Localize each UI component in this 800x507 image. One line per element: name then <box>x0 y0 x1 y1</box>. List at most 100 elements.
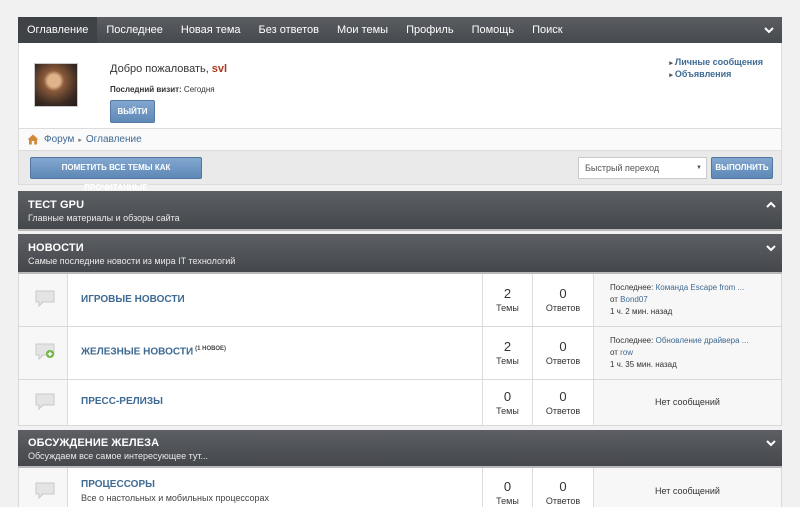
forum-new-posts-icon <box>35 343 55 360</box>
threads-count-cell: 2 Темы <box>483 274 533 326</box>
nav-tab-my-threads[interactable]: Мои темы <box>328 17 397 43</box>
threads-count-cell: 0 Темы <box>483 380 533 425</box>
breadcrumb-forum[interactable]: Форум <box>44 134 74 145</box>
last-post-info: Последнее: Команда Escape from ... от Bo… <box>610 282 744 318</box>
last-post-time: 1 ч. 35 мин. назад <box>610 360 677 369</box>
last-post-cell: Последнее: Обновление драйвера ... от ro… <box>594 327 781 379</box>
nav-tab-unanswered[interactable]: Без ответов <box>250 17 328 43</box>
threads-label: Темы <box>496 496 519 506</box>
category-description: Главные материалы и обзоры сайта <box>28 213 180 223</box>
forum-title-text[interactable]: ЖЕЛЕЗНЫЕ НОВОСТИ <box>81 346 193 357</box>
forum-row-press-releases: ПРЕСС-РЕЛИЗЫ 0 Темы 0 Ответов Нет сообще… <box>18 380 782 426</box>
forum-info-cell: ПРЕСС-РЕЛИЗЫ <box>68 380 483 425</box>
threads-count: 2 <box>503 286 512 301</box>
top-navbar: Оглавление Последнее Новая тема Без отве… <box>18 17 782 43</box>
breadcrumb-index[interactable]: Оглавление <box>86 134 142 145</box>
new-count-badge: (1 НОВОЕ) <box>195 346 226 352</box>
go-button[interactable]: ВЫПОЛНИТЬ <box>711 157 773 179</box>
posts-count: 0 <box>559 286 567 301</box>
forum-title-link[interactable]: ПРЕСС-РЕЛИЗЫ <box>81 396 163 407</box>
forum-read-icon <box>35 393 55 410</box>
chevron-up-icon[interactable] <box>764 198 778 212</box>
forum-title-link[interactable]: ИГРОВЫЕ НОВОСТИ <box>81 294 185 305</box>
forum-read-icon <box>35 482 55 499</box>
quick-jump-value: Быстрый переход <box>585 163 660 173</box>
category-title[interactable]: ТЕСТ GPU <box>28 199 84 211</box>
last-post-user-link[interactable]: Bond07 <box>620 295 648 304</box>
posts-count-cell: 0 Ответов <box>533 380 594 425</box>
forum-page: Оглавление Последнее Новая тема Без отве… <box>18 17 782 507</box>
welcome-panel: Добро пожаловать, svl Последний визит: Се… <box>18 43 782 129</box>
by-label: от <box>610 295 618 304</box>
threads-label: Темы <box>496 356 519 366</box>
mark-all-read-button[interactable]: ПОМЕТИТЬ ВСЕ ТЕМЫ КАК ПРОЧИТАННЫЕ <box>30 157 202 192</box>
user-links: Личные сообщения Объявления <box>669 57 763 81</box>
posts-label: Ответов <box>545 356 581 366</box>
posts-label: Ответов <box>545 406 581 416</box>
welcome-greeting: Добро пожаловать, svl <box>110 63 227 75</box>
last-post-cell: Нет сообщений <box>594 380 781 425</box>
category-header-gpu: ТЕСТ GPU Главные материалы и обзоры сайт… <box>18 191 782 231</box>
last-post-cell: Последнее: Команда Escape from ... от Bo… <box>594 274 781 326</box>
nav-tab-new-thread[interactable]: Новая тема <box>172 17 250 43</box>
threads-label: Темы <box>496 303 519 313</box>
forum-row-gaming-news: ИГРОВЫЕ НОВОСТИ 2 Темы 0 Ответов Последн… <box>18 274 782 327</box>
threads-count: 0 <box>503 479 512 494</box>
no-posts-text: Нет сообщений <box>655 397 720 407</box>
last-post-title-link[interactable]: Команда Escape from ... <box>656 283 745 292</box>
posts-count: 0 <box>559 339 567 354</box>
forum-status-cell <box>19 380 68 425</box>
chevron-down-icon[interactable] <box>764 241 778 255</box>
private-messages-link[interactable]: Личные сообщения <box>669 57 763 69</box>
breadcrumb: Форум ▸ Оглавление <box>18 129 782 151</box>
posts-count: 0 <box>559 389 567 404</box>
threads-count: 0 <box>503 389 512 404</box>
threads-count: 2 <box>503 339 512 354</box>
category-description: Самые последние новости из мира IT техно… <box>28 256 236 266</box>
threads-count-cell: 0 Темы <box>483 468 533 507</box>
posts-label: Ответов <box>545 303 581 313</box>
forum-title-link[interactable]: ЖЕЛЕЗНЫЕ НОВОСТИ (1 НОВОЕ) <box>81 346 226 357</box>
forum-status-cell <box>19 327 68 379</box>
announcements-link[interactable]: Объявления <box>669 69 763 81</box>
category-title[interactable]: ОБСУЖДЕНИЕ ЖЕЛЕЗА <box>28 437 159 449</box>
chevron-down-icon[interactable] <box>764 436 778 450</box>
nav-tab-latest[interactable]: Последнее <box>97 17 172 43</box>
dropdown-arrow-icon: ▼ <box>696 165 702 171</box>
last-visit-label: Последний визит: <box>110 85 182 94</box>
last-post-info: Последнее: Обновление драйвера ... от ro… <box>610 335 748 371</box>
forum-title-link[interactable]: ПРОЦЕССОРЫ <box>81 479 155 490</box>
threads-count-cell: 2 Темы <box>483 327 533 379</box>
forum-status-cell <box>19 274 68 326</box>
last-post-user-link[interactable]: row <box>620 348 633 357</box>
posts-label: Ответов <box>545 496 581 506</box>
last-post-time: 1 ч. 2 мин. назад <box>610 307 673 316</box>
forum-row-hardware-news: ЖЕЛЕЗНЫЕ НОВОСТИ (1 НОВОЕ) 2 Темы 0 Ответ… <box>18 327 782 380</box>
username-link[interactable]: svl <box>212 63 227 75</box>
quick-jump-select[interactable]: Быстрый переход ▼ <box>578 157 707 179</box>
forum-description: Все о настольных и мобильных процессорах <box>81 493 270 503</box>
no-posts-text: Нет сообщений <box>655 486 720 496</box>
greeting-text: Добро пожаловать, <box>110 63 209 75</box>
forum-row-processors: ПРОЦЕССОРЫ Все о настольных и мобильных … <box>18 468 782 507</box>
posts-count-cell: 0 Ответов <box>533 468 594 507</box>
breadcrumb-separator-icon: ▸ <box>78 136 82 144</box>
nav-tab-profile[interactable]: Профиль <box>397 17 463 43</box>
category-header-hardware-discussion: ОБСУЖДЕНИЕ ЖЕЛЕЗА Обсуждаем все самое ин… <box>18 430 782 468</box>
last-post-title-link[interactable]: Обновление драйвера ... <box>656 336 749 345</box>
chevron-down-icon[interactable] <box>762 23 776 37</box>
nav-tab-search[interactable]: Поиск <box>523 17 571 43</box>
logout-button[interactable]: ВЫЙТИ <box>110 100 155 123</box>
forum-status-cell <box>19 468 68 507</box>
last-post-cell: Нет сообщений <box>594 468 781 507</box>
category-title[interactable]: НОВОСТИ <box>28 242 84 254</box>
last-visit-value: Сегодня <box>183 85 215 94</box>
forum-read-icon <box>35 290 55 307</box>
nav-tab-help[interactable]: Помощь <box>463 17 524 43</box>
avatar[interactable] <box>34 63 78 107</box>
home-icon[interactable] <box>27 134 39 145</box>
by-label: от <box>610 348 618 357</box>
nav-tab-index[interactable]: Оглавление <box>18 17 98 43</box>
forum-info-cell: ЖЕЛЕЗНЫЕ НОВОСТИ (1 НОВОЕ) <box>68 327 483 379</box>
category-description: Обсуждаем все самое интересующее тут... <box>28 451 208 461</box>
